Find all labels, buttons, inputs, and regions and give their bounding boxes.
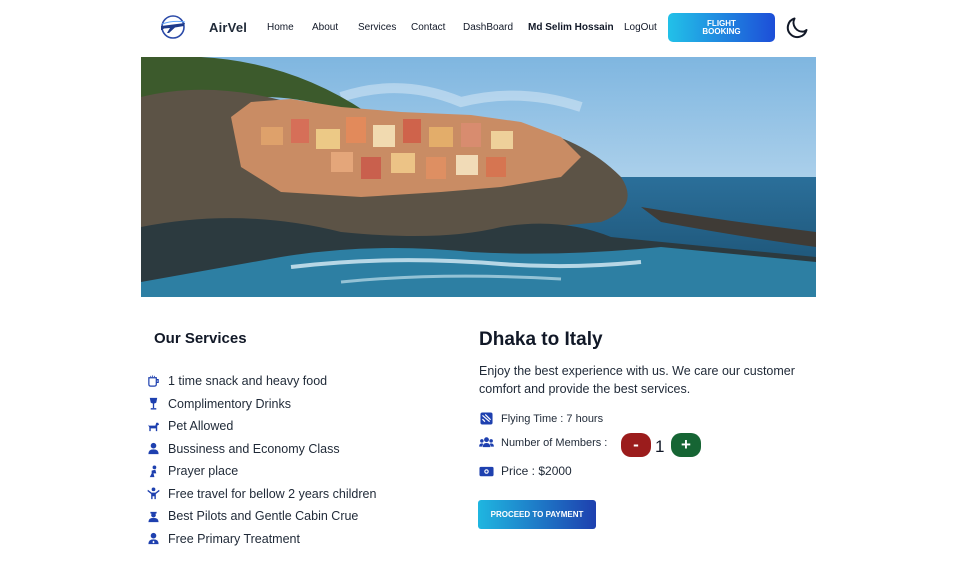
moon-icon[interactable]: [786, 15, 810, 39]
price: Price : $2000: [501, 464, 572, 478]
service-label: Prayer place: [168, 464, 239, 479]
users-icon: [479, 437, 494, 448]
trip-description: Enjoy the best experience with us. We ca…: [479, 364, 795, 396]
members-label: Number of Members :: [501, 436, 608, 449]
brand-name[interactable]: AirVel: [209, 20, 247, 35]
nav-about[interactable]: About: [312, 22, 338, 33]
service-label: Free Primary Treatment: [168, 531, 300, 546]
trip-title: Dhaka to Italy: [479, 329, 603, 350]
pilot-icon: [148, 511, 159, 522]
service-label: Complimentory Drinks: [168, 396, 291, 411]
glass-icon: [149, 398, 158, 410]
proceed-to-payment-button[interactable]: PROCEED TO PAYMENT: [478, 500, 596, 529]
nav-home[interactable]: Home: [267, 22, 294, 33]
flying-time: Flying Time : 7 hours: [501, 412, 604, 425]
list-item: 1 time snack and heavy food: [147, 370, 376, 393]
nav-services[interactable]: Services: [358, 22, 396, 33]
child-icon: [147, 487, 160, 500]
flight-time-icon: [480, 412, 493, 425]
list-item: Prayer place: [147, 460, 376, 483]
list-item: Complimentory Drinks: [147, 393, 376, 416]
flight-booking-button[interactable]: FLIGHT BOOKING: [668, 13, 775, 42]
nav-contact[interactable]: Contact: [411, 22, 445, 33]
list-item: Free travel for bellow 2 years children: [147, 483, 376, 506]
money-icon: [479, 466, 494, 476]
dog-icon: [147, 422, 160, 431]
price-row: Price : $2000: [479, 464, 572, 478]
decrease-members-button[interactable]: -: [621, 433, 651, 457]
nav-user-name[interactable]: Md Selim Hossain: [528, 22, 614, 33]
navbar: AirVel Home About Services Contact DashB…: [0, 0, 953, 56]
services-list: 1 time snack and heavy food Complimentor…: [147, 370, 376, 550]
mug-icon: [148, 375, 159, 387]
services-title: Our Services: [154, 330, 247, 347]
members-row: Number of Members :: [479, 436, 607, 449]
service-label: Free travel for bellow 2 years children: [168, 486, 377, 501]
nav-logout[interactable]: LogOut: [624, 22, 657, 33]
list-item: Bussiness and Economy Class: [147, 438, 376, 461]
increase-members-button[interactable]: +: [671, 433, 701, 457]
doctor-icon: [148, 533, 159, 545]
hero-image: [141, 57, 816, 297]
service-label: Best Pilots and Gentle Cabin Crue: [168, 509, 359, 524]
flying-time-row: Flying Time : 7 hours: [479, 412, 603, 425]
praying-icon: [149, 465, 157, 477]
airplane-logo-icon[interactable]: [158, 14, 188, 40]
service-label: Pet Allowed: [168, 419, 234, 434]
nav-dashboard[interactable]: DashBoard: [463, 22, 513, 33]
member-count: 1: [655, 437, 665, 456]
list-item: Best Pilots and Gentle Cabin Crue: [147, 505, 376, 528]
list-item: Free Primary Treatment: [147, 528, 376, 551]
user-icon: [148, 443, 159, 455]
list-item: Pet Allowed: [147, 415, 376, 438]
service-label: 1 time snack and heavy food: [168, 374, 328, 389]
service-label: Bussiness and Economy Class: [168, 441, 340, 456]
